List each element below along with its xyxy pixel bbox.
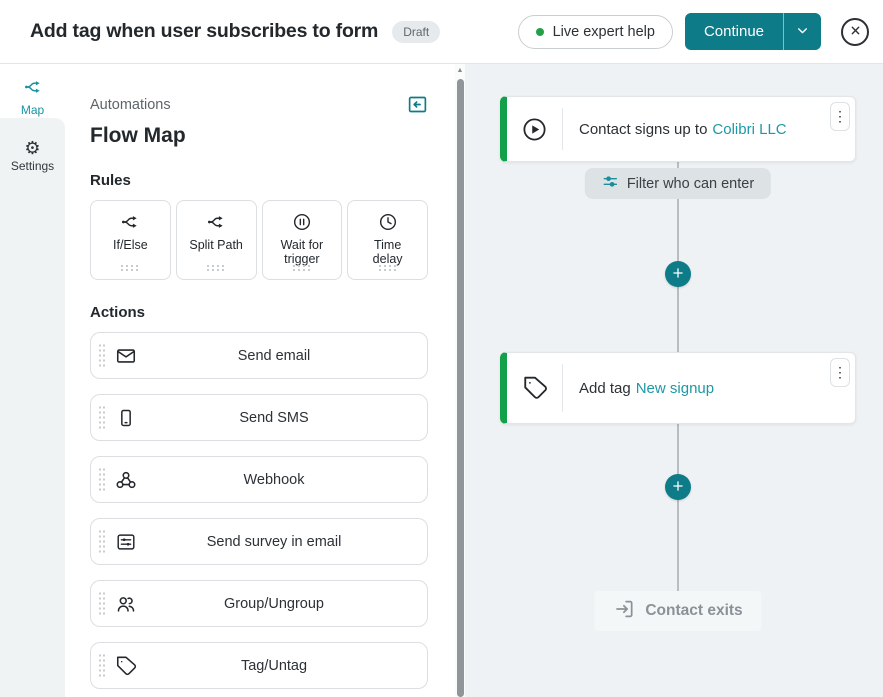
rail-tab-settings[interactable]: ⚙ Settings (0, 118, 65, 173)
action-card-tag-untag[interactable]: Tag/Untag (90, 642, 428, 689)
continue-split-button: Continue (684, 13, 821, 50)
filter-entry-chip[interactable]: Filter who can enter (584, 168, 772, 199)
flow-canvas: Contact signs up to Colibri LLC ⋮ Filter … (465, 64, 883, 697)
rule-label: Time delay (372, 238, 403, 267)
add-step-button-2[interactable] (665, 474, 691, 500)
status-badge: Draft (392, 20, 441, 43)
scroll-up-arrow-icon[interactable]: ▲ (455, 67, 465, 74)
flow-map-panel: Automations Flow Map Rules If/Else Split… (65, 64, 455, 697)
contact-exits-label: Contact exits (645, 602, 743, 619)
rail-lower-panel: ⚙ Settings (0, 118, 65, 697)
play-circle-icon (507, 116, 562, 143)
rule-card-if-else[interactable]: If/Else (90, 200, 171, 280)
trigger-node[interactable]: Contact signs up to Colibri LLC ⋮ (500, 96, 856, 162)
sliders-icon (602, 173, 619, 194)
rail-tab-map-label: Map (20, 103, 45, 117)
live-expert-help-button[interactable]: Live expert help (517, 14, 673, 49)
rules-heading: Rules (90, 172, 131, 189)
add-tag-node-text: Add tag New signup (563, 380, 714, 397)
trigger-node-menu-button[interactable]: ⋮ (830, 102, 850, 131)
action-card-webhook[interactable]: Webhook (90, 456, 428, 503)
map-split-icon (23, 81, 43, 100)
trigger-node-label: Contact signs up to (579, 120, 708, 138)
rules-row: If/Else Split Path Wait for trigger Time… (90, 200, 428, 280)
action-label: Webhook (243, 471, 305, 488)
action-label: Send email (237, 347, 311, 364)
contact-exits-chip: Contact exits (594, 591, 762, 631)
header-bar: Add tag when user subscribes to form Dra… (0, 0, 883, 64)
trigger-node-link[interactable]: Colibri LLC (712, 121, 786, 138)
panel-title: Flow Map (90, 124, 186, 147)
header-actions: Live expert help Continue (517, 13, 869, 50)
side-rail: Map ⚙ Settings (0, 64, 65, 697)
action-label: Tag/Untag (240, 657, 308, 674)
actions-list: Send email Send SMS Webhook Send survey … (90, 332, 428, 697)
split-path-icon (206, 212, 226, 232)
rail-tab-map[interactable]: Map (0, 64, 65, 117)
drag-dots-icon (291, 264, 313, 272)
rule-label: Split Path (189, 238, 243, 252)
drag-handle-icon (98, 590, 106, 617)
add-tag-node-menu-button[interactable]: ⋮ (830, 358, 850, 387)
kebab-icon: ⋮ (833, 108, 847, 124)
plus-icon (671, 479, 685, 496)
drag-dots-icon (119, 264, 141, 272)
rule-label: Wait for trigger (280, 238, 324, 267)
add-step-button-1[interactable] (665, 261, 691, 287)
live-expert-help-label: Live expert help (552, 23, 655, 40)
add-tag-node[interactable]: Add tag New signup ⋮ (500, 352, 856, 424)
close-icon (850, 24, 861, 39)
page-title: Add tag when user subscribes to form (30, 20, 379, 42)
continue-dropdown-button[interactable] (784, 13, 821, 50)
kebab-icon: ⋮ (833, 364, 847, 380)
trigger-node-text: Contact signs up to Colibri LLC (563, 121, 787, 138)
close-button[interactable] (841, 17, 869, 46)
action-card-send-email[interactable]: Send email (90, 332, 428, 379)
rule-label: If/Else (113, 238, 148, 252)
action-card-send-survey[interactable]: Send survey in email (90, 518, 428, 565)
drag-handle-icon (98, 652, 106, 679)
status-green-dot (535, 27, 544, 36)
drag-handle-icon (98, 342, 106, 369)
breadcrumb: Automations (90, 97, 171, 113)
action-label: Send SMS (239, 409, 309, 426)
drag-dots-icon (205, 264, 227, 272)
rule-card-wait-for-trigger[interactable]: Wait for trigger (261, 200, 343, 280)
rail-tab-settings-label: Settings (10, 159, 55, 173)
action-card-send-sms[interactable]: Send SMS (90, 394, 428, 441)
action-label: Group/Ungroup (224, 595, 324, 612)
add-tag-node-link[interactable]: New signup (636, 380, 714, 397)
chevron-down-icon (796, 24, 809, 40)
rule-card-time-delay[interactable]: Time delay (347, 200, 428, 280)
drag-handle-icon (98, 466, 106, 493)
automation-builder-app: Add tag when user subscribes to form Dra… (0, 0, 883, 697)
drag-handle-icon (98, 404, 106, 431)
continue-button[interactable]: Continue (684, 13, 784, 50)
plus-icon (671, 266, 685, 283)
filter-entry-chip-label: Filter who can enter (626, 175, 755, 192)
scrollbar-thumb[interactable] (456, 79, 464, 697)
drag-dots-icon (377, 264, 399, 272)
clock-icon (378, 212, 398, 232)
actions-heading: Actions (90, 304, 146, 321)
action-label: Send survey in email (206, 533, 342, 550)
panel-header: Automations (90, 94, 428, 116)
pause-circle-icon (292, 212, 312, 232)
action-card-group-ungroup[interactable]: Group/Ungroup (90, 580, 428, 627)
panel-scrollbar[interactable]: ▲ (455, 64, 465, 697)
collapse-panel-icon[interactable] (407, 94, 428, 116)
split-path-icon (120, 212, 140, 232)
drag-handle-icon (98, 528, 106, 555)
gear-icon: ⚙ (24, 138, 41, 158)
exit-icon (613, 598, 635, 625)
rule-card-split-path[interactable]: Split Path (175, 200, 257, 280)
add-tag-node-label: Add tag (579, 379, 631, 397)
tag-icon (507, 375, 562, 401)
